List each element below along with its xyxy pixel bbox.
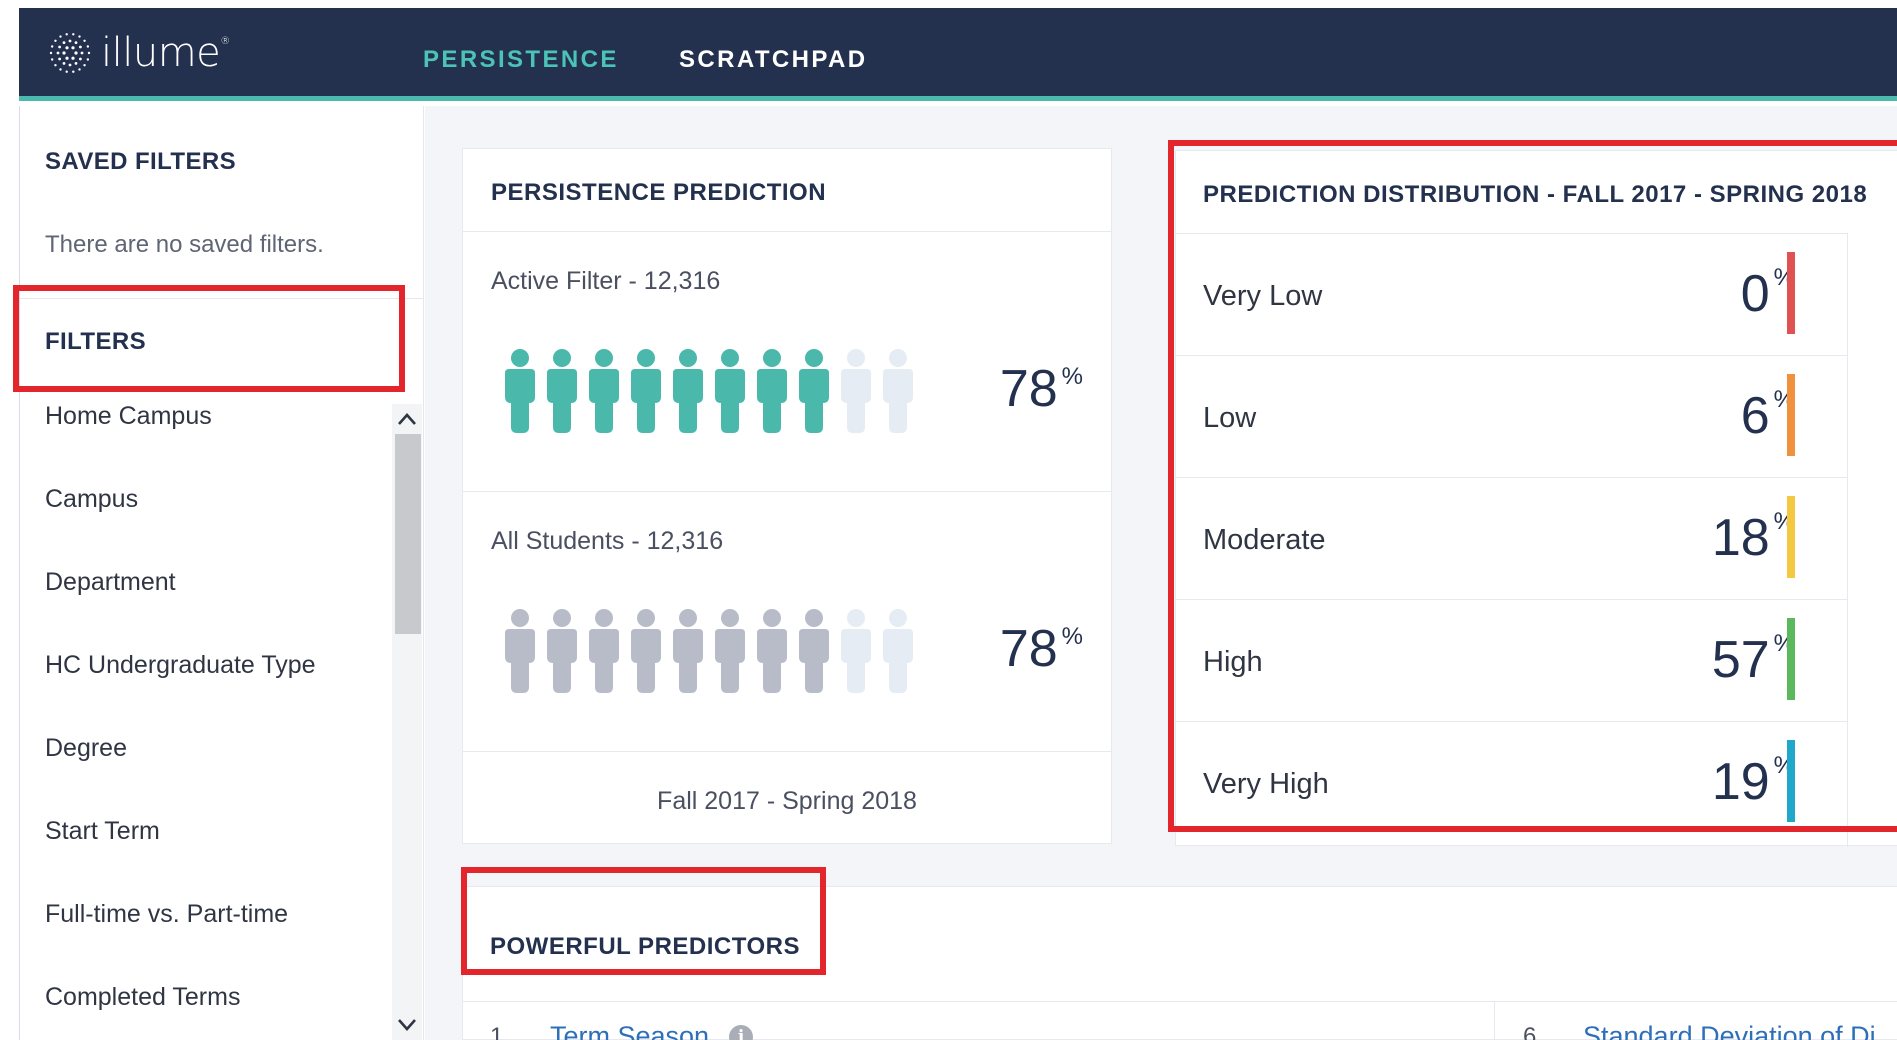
person-icon [673,609,703,693]
all-students-percent: 78% [999,620,1083,678]
person-icon [883,609,913,693]
person-icon [841,609,871,693]
person-icon [673,349,703,433]
active-filter-percent: 78% [999,360,1083,418]
active-filter-pictograph [499,347,919,437]
person-icon [589,609,619,693]
predictor-item: 1 Term Season i [490,1021,754,1040]
person-icon [505,349,535,433]
active-filter-label: Active Filter - 12,316 [491,267,721,295]
nav-tab-scratchpad[interactable]: SCRATCHPAD [679,46,867,74]
predictor-column-divider [1494,1001,1495,1040]
sidebar: SAVED FILTERS There are no saved filters… [19,106,424,1040]
saved-filters-empty-message: There are no saved filters. [45,231,324,258]
filter-item-completed-terms[interactable]: Completed Terms [20,985,392,1040]
term-range-footer: Fall 2017 - Spring 2018 [657,787,917,815]
predictor-rank: 6 [1523,1022,1537,1040]
persistence-prediction-card: PERSISTENCE PREDICTION Active Filter - 1… [462,148,1112,844]
nav-tab-persistence[interactable]: PERSISTENCE [423,46,619,74]
highlight-box-filters [13,285,405,392]
all-students-pictograph [499,607,919,697]
card-divider [463,231,1111,232]
card-divider [463,751,1111,752]
person-icon [547,349,577,433]
person-icon [757,349,787,433]
filter-list: Home Campus Campus Department HC Undergr… [20,404,392,1040]
person-icon [799,349,829,433]
highlight-box-prediction-distribution [1168,140,1897,832]
scroll-down-button[interactable] [392,1010,422,1040]
saved-filters-heading: SAVED FILTERS [45,148,236,175]
filter-item-start-term[interactable]: Start Term [20,819,392,902]
scroll-up-button[interactable] [392,404,422,434]
filter-item-hc-undergraduate-type[interactable]: HC Undergraduate Type [20,653,392,736]
brand-name: illume® [101,30,230,76]
predictor-link-standard-deviation[interactable]: Standard Deviation of Di [1583,1021,1876,1040]
chevron-up-icon [398,413,416,425]
person-icon [841,349,871,433]
filter-scrollbar[interactable] [392,404,422,1040]
person-icon [883,349,913,433]
person-icon [715,609,745,693]
highlight-box-powerful-predictors [461,867,826,975]
brand-logo[interactable]: illume® [45,28,230,78]
filter-item-department[interactable]: Department [20,570,392,653]
persistence-prediction-title: PERSISTENCE PREDICTION [491,179,827,206]
person-icon [799,609,829,693]
person-icon [505,609,535,693]
predictor-link-term-season[interactable]: Term Season [550,1021,709,1040]
info-icon[interactable]: i [729,1024,754,1040]
predictor-rank: 1 [490,1022,504,1040]
filter-item-degree[interactable]: Degree [20,736,392,819]
filter-item-full-time-vs-part-time[interactable]: Full-time vs. Part-time [20,902,392,985]
filter-item-home-campus[interactable]: Home Campus [20,404,392,487]
illume-starburst-icon [49,33,91,73]
predictor-item: 6 Standard Deviation of Di [1523,1021,1876,1040]
person-icon [757,609,787,693]
card-divider [463,491,1111,492]
scrollbar-thumb[interactable] [395,434,421,634]
person-icon [589,349,619,433]
person-icon [631,349,661,433]
person-icon [715,349,745,433]
person-icon [547,609,577,693]
all-students-label: All Students - 12,316 [491,527,724,555]
top-nav-bar: illume® PERSISTENCE SCRATCHPAD [19,8,1897,101]
filter-item-campus[interactable]: Campus [20,487,392,570]
card-divider [463,1001,1897,1002]
chevron-down-icon [398,1019,416,1031]
person-icon [631,609,661,693]
